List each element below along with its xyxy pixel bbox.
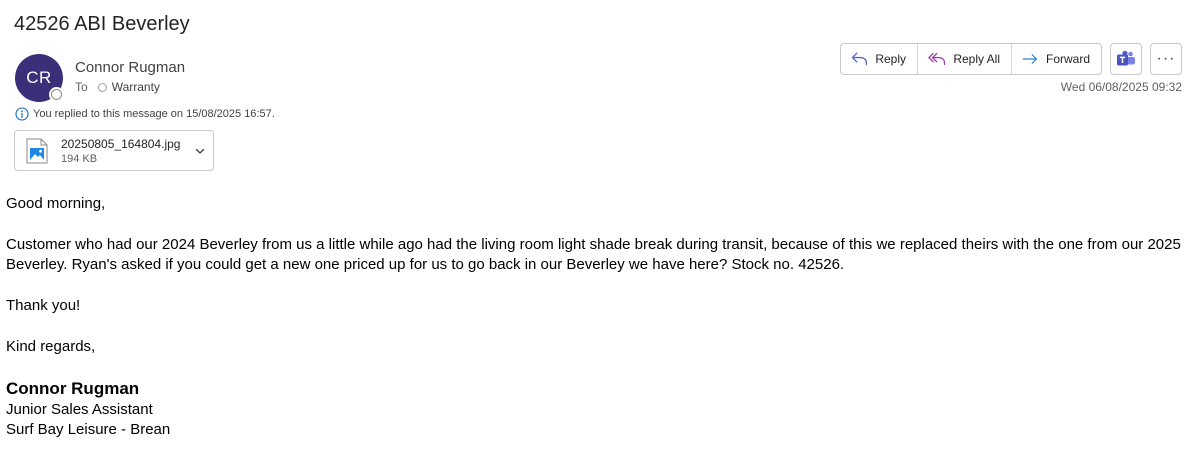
info-notice-text: You replied to this message on 15/08/202… — [33, 108, 275, 120]
chevron-down-icon[interactable] — [194, 145, 206, 157]
reply-icon — [851, 52, 868, 66]
signature-company: Surf Bay Leisure - Brean — [6, 421, 171, 438]
body-paragraph: Customer who had our 2024 Beverley from … — [6, 236, 1181, 273]
message-body: Good morning, Customer who had our 2024 … — [6, 194, 1192, 440]
reply-button[interactable]: Reply — [841, 44, 918, 74]
image-file-icon — [26, 138, 48, 164]
to-label: To — [75, 80, 88, 94]
presence-status-icon — [51, 89, 62, 100]
more-options-icon: ··· — [1156, 50, 1176, 67]
recipient-name[interactable]: Warranty — [112, 80, 160, 94]
closing-line: Kind regards, — [6, 338, 96, 355]
recipient-presence-icon — [97, 82, 107, 92]
teams-chat-button[interactable] — [1110, 43, 1142, 75]
reply-all-label: Reply All — [953, 52, 1000, 66]
attachment-file-name: 20250805_164804.jpg — [61, 137, 181, 151]
info-notice: You replied to this message on 15/08/202… — [15, 107, 275, 121]
forward-icon — [1022, 54, 1038, 64]
email-subject: 42526 ABI Beverley — [14, 13, 190, 35]
greeting: Good morning, — [6, 195, 106, 212]
thanks-line: Thank you! — [6, 297, 81, 314]
signature-title: Junior Sales Assistant — [6, 401, 153, 418]
sender-name[interactable]: Connor Rugman — [75, 59, 185, 76]
forward-label: Forward — [1045, 52, 1090, 66]
more-options-button[interactable]: ··· — [1150, 43, 1182, 75]
reply-all-button[interactable]: Reply All — [918, 44, 1012, 74]
avatar-initials: CR — [26, 68, 52, 87]
attachment-file-size: 194 KB — [61, 153, 98, 165]
attachment-card[interactable]: 20250805_164804.jpg 194 KB — [14, 130, 214, 171]
received-date: Wed 06/08/2025 09:32 — [1060, 80, 1182, 94]
teams-icon — [1117, 50, 1135, 66]
forward-button[interactable]: Forward — [1012, 44, 1101, 74]
reply-all-icon — [928, 52, 946, 66]
signature-name: Connor Rugman — [6, 379, 140, 398]
recipient-line: To Warranty — [75, 80, 160, 94]
reply-label: Reply — [875, 52, 906, 66]
message-actions-toolbar: Reply Reply All Forward — [840, 43, 1102, 75]
info-icon — [15, 107, 29, 121]
email-reading-pane: 42526 ABI Beverley CR Connor Rugman To W… — [0, 0, 1199, 449]
